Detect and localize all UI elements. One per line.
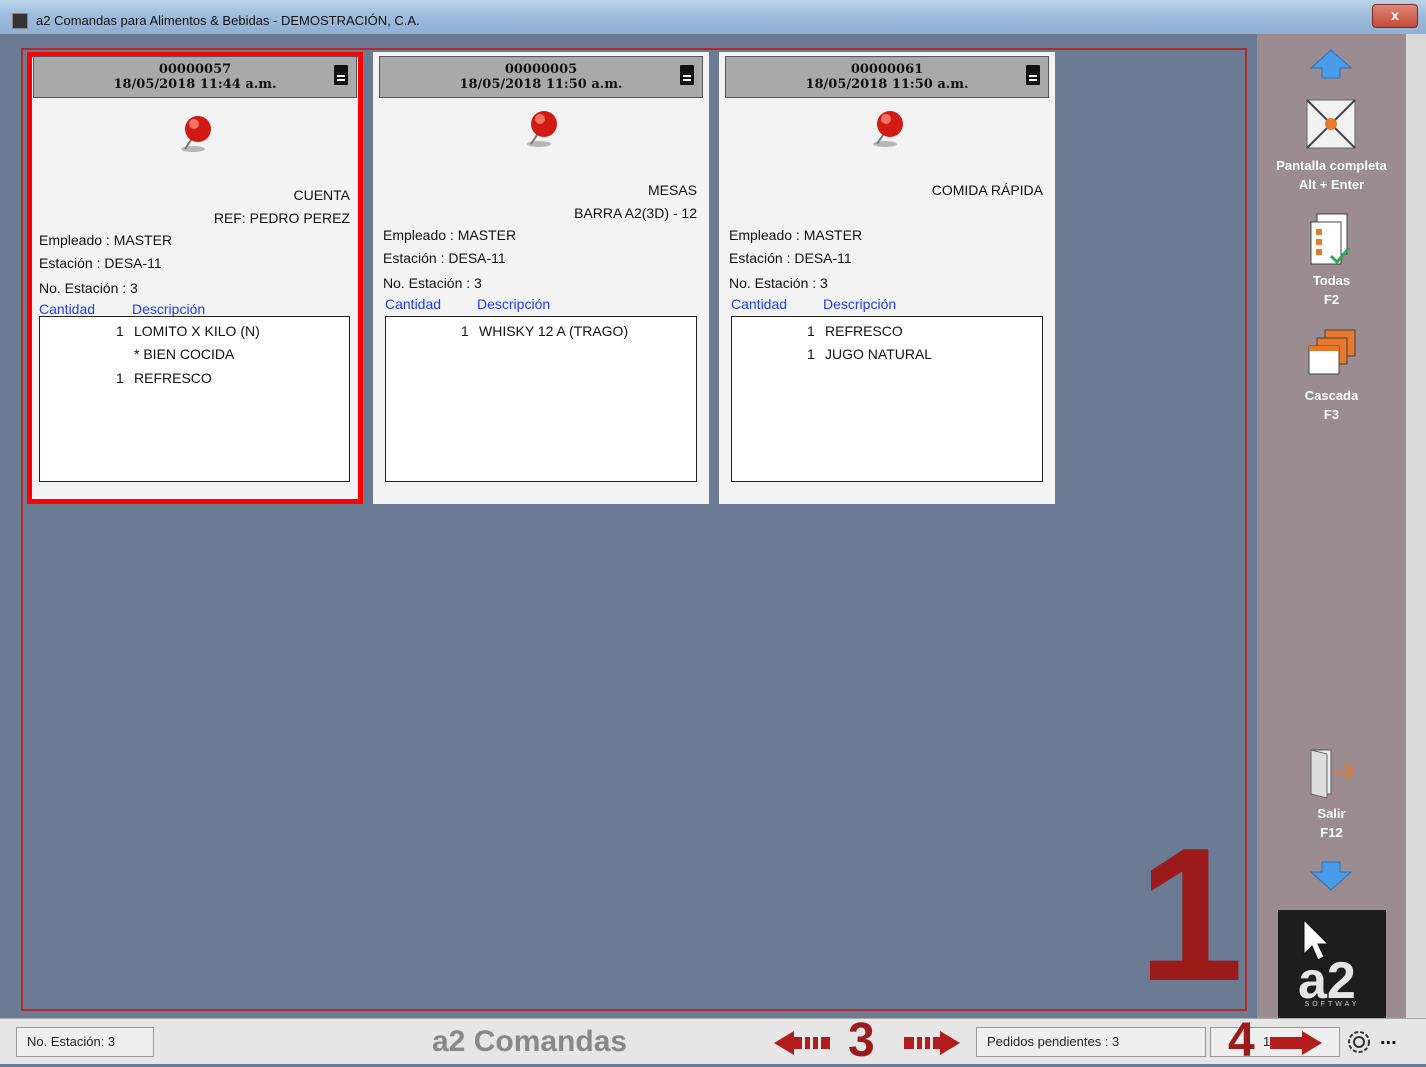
window-title: a2 Comandas para Alimentos & Bebidas - D… [36, 13, 420, 28]
item-quantity: 1 [807, 323, 815, 339]
all-orders-shortcut: F2 [1323, 292, 1340, 307]
item-description: REFRESCO [134, 370, 212, 386]
settings-pointer-arrow-icon [1270, 1031, 1322, 1055]
employee-label: Empleado : MASTER [39, 232, 173, 248]
item-quantity: 1 [116, 323, 124, 339]
pushpin-icon [873, 111, 903, 147]
annotation-number-4: 4 [1228, 1014, 1255, 1067]
previous-page-arrow-icon[interactable] [772, 1031, 832, 1055]
pending-orders-status: Pedidos pendientes : 3 [976, 1027, 1206, 1057]
title-bar: a2 Comandas para Alimentos & Bebidas - D… [0, 0, 1426, 34]
order-items-list: 1 WHISKY 12 A (TRAGO) [385, 316, 697, 482]
employee-label: Empleado : MASTER [729, 227, 863, 243]
station-number-label: No. Estación : 3 [729, 275, 828, 291]
app-icon [12, 13, 28, 29]
order-header: 00000005 18/05/2018 11:50 a.m. [379, 56, 703, 98]
order-type: MESAS [647, 182, 697, 198]
all-orders-icon[interactable] [1307, 212, 1355, 268]
all-orders-label[interactable]: Todas [1257, 273, 1406, 288]
document-icon[interactable] [680, 65, 694, 85]
more-options-button[interactable]: ... [1380, 1027, 1397, 1050]
description-column-header: Descripción [132, 301, 206, 317]
window-edge [1406, 34, 1426, 1018]
exit-door-icon[interactable] [1305, 744, 1361, 800]
item-description: REFRESCO [825, 323, 903, 339]
annotation-number-3: 3 [848, 1014, 875, 1067]
order-number: 00000057 [158, 62, 232, 77]
order-number: 00000005 [504, 62, 578, 77]
order-datetime: 18/05/2018 11:50 a.m. [459, 77, 623, 92]
next-page-arrow-icon[interactable] [902, 1031, 962, 1055]
cascade-shortcut: F3 [1323, 407, 1340, 422]
quantity-column-header: Cantidad [385, 296, 442, 312]
description-column-header: Descripción [477, 296, 551, 312]
item-description: * BIEN COCIDA [134, 346, 235, 362]
scroll-up-arrow-icon[interactable] [1309, 48, 1353, 80]
station-label: Estación : DESA-11 [729, 250, 852, 266]
item-quantity: 1 [116, 370, 124, 386]
item-description: WHISKY 12 A (TRAGO) [479, 323, 629, 339]
order-card[interactable]: 00000057 18/05/2018 11:44 a.m. CUENTA RE… [27, 52, 363, 504]
description-column-header: Descripción [823, 296, 897, 312]
order-type: CUENTA [293, 187, 350, 203]
scroll-down-arrow-icon[interactable] [1309, 860, 1353, 892]
quantity-column-header: Cantidad [731, 296, 788, 312]
cascade-label[interactable]: Cascada [1257, 388, 1406, 403]
document-icon[interactable] [334, 65, 348, 85]
logo-text: SOFTWAY [1304, 1001, 1360, 1008]
order-number: 00000061 [850, 62, 924, 77]
item-quantity: 1 [807, 346, 815, 362]
station-label: Estación : DESA-11 [383, 250, 506, 266]
order-reference: REF: PEDRO PEREZ [213, 210, 350, 226]
order-header: 00000061 18/05/2018 11:50 a.m. [725, 56, 1049, 98]
station-label: Estación : DESA-11 [39, 255, 162, 271]
fullscreen-label[interactable]: Pantalla completa [1257, 158, 1406, 173]
fullscreen-shortcut: Alt + Enter [1298, 177, 1365, 192]
gear-icon[interactable] [1344, 1027, 1374, 1057]
order-items-list: 1 LOMITO X KILO (N) * BIEN COCIDA 1 REFR… [39, 316, 350, 482]
pushpin-icon [181, 116, 211, 152]
station-number-label: No. Estación : 3 [383, 275, 482, 291]
order-header: 00000057 18/05/2018 11:44 a.m. [33, 56, 357, 98]
quantity-column-header: Cantidad [39, 301, 96, 317]
document-icon[interactable] [1026, 65, 1040, 85]
order-card[interactable]: 00000061 18/05/2018 11:50 a.m. COMIDA RÁ… [719, 52, 1055, 504]
status-bar: No. Estación: 3 a2 Comandas 3 Pedidos pe… [0, 1014, 1426, 1067]
exit-shortcut: F12 [1320, 825, 1343, 840]
exit-label[interactable]: Salir [1257, 806, 1406, 821]
fullscreen-icon[interactable] [1303, 96, 1359, 152]
station-status: No. Estación: 3 [16, 1027, 154, 1057]
pushpin-icon [527, 111, 557, 147]
cascade-icon[interactable] [1305, 328, 1357, 380]
order-items-list: 1 REFRESCO 1 JUGO NATURAL [731, 316, 1043, 482]
order-datetime: 18/05/2018 11:50 a.m. [805, 77, 969, 92]
annotation-number-1: 1 [1138, 809, 1244, 1021]
order-type: COMIDA RÁPIDA [931, 182, 1043, 198]
employee-label: Empleado : MASTER [383, 227, 517, 243]
a2-softway-logo: a2 SOFTWAY [1278, 910, 1386, 1018]
station-number-label: No. Estación : 3 [39, 280, 138, 296]
brand-label: a2 Comandas [432, 1025, 628, 1058]
item-quantity: 1 [461, 323, 469, 339]
item-description: JUGO NATURAL [825, 346, 933, 362]
order-reference: BARRA A2(3D) - 12 [574, 205, 697, 221]
close-button[interactable]: x [1372, 4, 1418, 28]
item-description: LOMITO X KILO (N) [134, 323, 260, 339]
order-datetime: 18/05/2018 11:44 a.m. [113, 77, 277, 92]
order-card[interactable]: 00000005 18/05/2018 11:50 a.m. MESAS BAR… [373, 52, 709, 504]
right-sidebar: Pantalla completa Alt + Enter Todas F2 C… [1257, 34, 1406, 1018]
